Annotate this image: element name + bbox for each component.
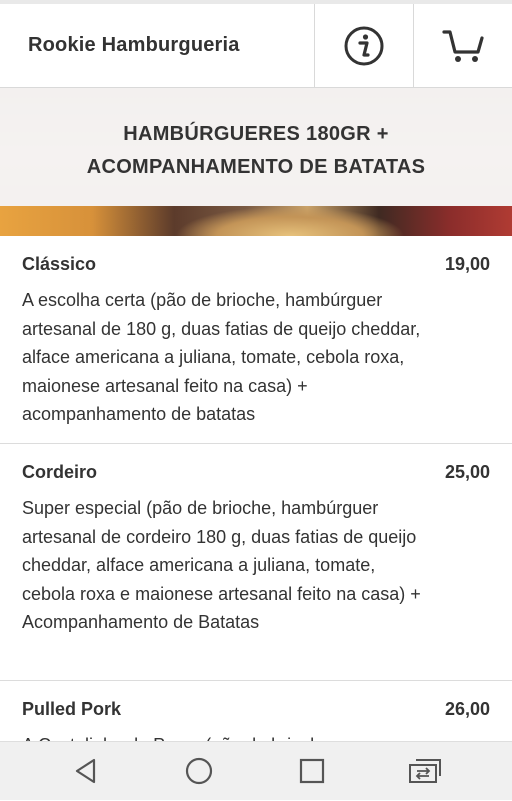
info-icon: [344, 26, 384, 66]
cart-button[interactable]: [413, 4, 512, 88]
switch-icon: [409, 759, 441, 783]
item-description: Super especial (pão de brioche, hambúrgu…: [22, 498, 421, 632]
category-title-line2: ACOMPANHAMENTO DE BATATAS: [86, 156, 426, 178]
menu-item[interactable]: Clássico 19,00 A escolha certa (pão de b…: [0, 236, 512, 444]
item-name: Pulled Pork: [22, 699, 122, 719]
info-button[interactable]: [314, 4, 413, 88]
item-price: 26,00: [444, 699, 490, 719]
category-banner: HAMBÚRGUERES 180GR + ACOMPANHAMENTO DE B…: [0, 88, 512, 236]
back-icon: [75, 758, 96, 784]
category-title: HAMBÚRGUERES 180GR + ACOMPANHAMENTO DE B…: [0, 118, 512, 184]
home-button[interactable]: [179, 754, 219, 788]
category-title-line1: HAMBÚRGUERES 180GR +: [123, 123, 389, 145]
cart-icon: [442, 30, 484, 62]
recents-icon: [299, 758, 325, 784]
banner-photo-bun: [175, 206, 405, 236]
item-price: 19,00: [444, 254, 490, 274]
recents-button[interactable]: [292, 754, 332, 788]
switch-app-button[interactable]: [405, 754, 445, 788]
home-icon: [185, 757, 213, 785]
item-name: Clássico: [22, 254, 97, 274]
back-button[interactable]: [66, 754, 106, 788]
menu-item[interactable]: Cordeiro 25,00 Super especial (pão de br…: [0, 444, 512, 681]
item-description: A escolha certa (pão de brioche, hambúrg…: [22, 290, 421, 424]
item-price: 25,00: [444, 462, 490, 482]
item-name: Cordeiro: [22, 462, 98, 482]
restaurant-name: Rookie Hamburgueria: [28, 34, 240, 56]
system-navigation-bar: [0, 741, 512, 800]
app-header: Rookie Hamburgueria: [0, 0, 512, 88]
